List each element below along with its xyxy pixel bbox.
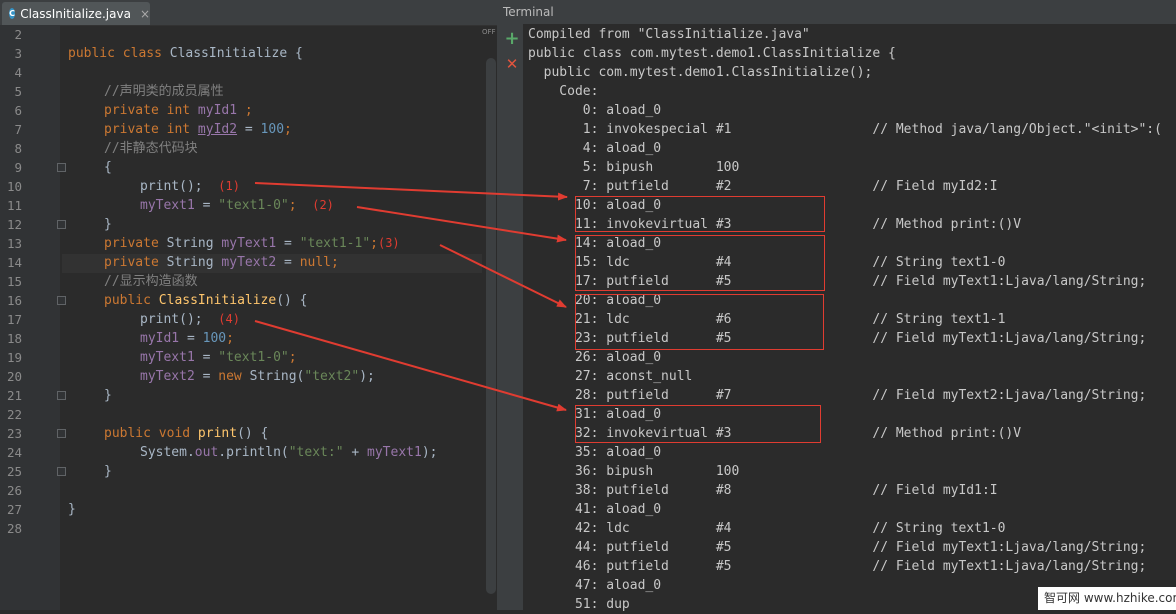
arrow-1	[254, 182, 568, 201]
arrow-3	[439, 244, 567, 308]
arrow-4	[254, 320, 567, 412]
watermark: 智可网 www.hzhike.com	[1038, 587, 1176, 610]
annotation-arrows	[254, 182, 568, 412]
arrow-2	[356, 206, 567, 243]
